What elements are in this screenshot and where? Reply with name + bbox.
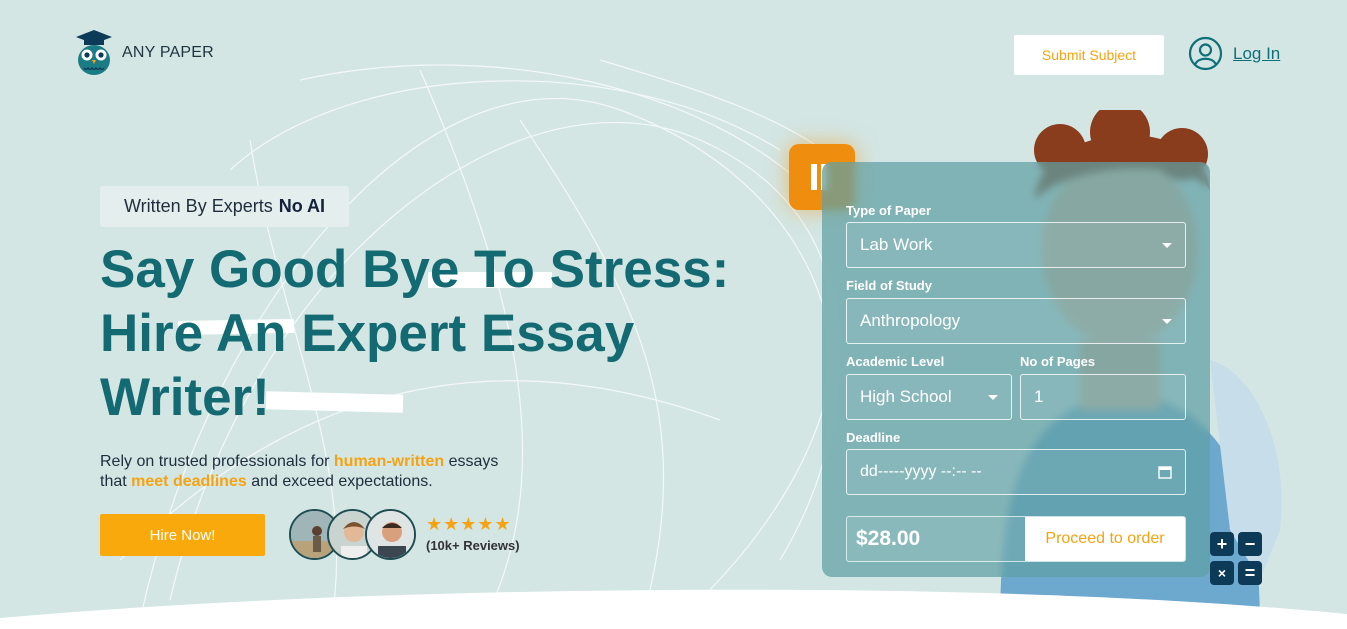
- submit-subject-button[interactable]: Submit Subject: [1014, 35, 1164, 75]
- hero-description: Rely on trusted professionals for human-…: [100, 452, 570, 492]
- star-rating-icon: ★★★★★: [426, 514, 512, 534]
- headline-line: Hire An Expert Essay: [100, 304, 635, 363]
- price-value: $28.00: [847, 517, 1025, 561]
- desc-text: essays: [448, 453, 499, 470]
- field-of-study-label: Field of Study: [846, 278, 932, 293]
- desc-highlight: meet deadlines: [131, 473, 247, 490]
- academic-level-select[interactable]: High School: [846, 374, 1012, 420]
- pages-input[interactable]: 1: [1020, 374, 1186, 420]
- academic-level-label: Academic Level: [846, 354, 945, 369]
- type-of-paper-label: Type of Paper: [846, 203, 932, 218]
- chevron-down-icon: [1162, 318, 1172, 324]
- proceed-to-order-button[interactable]: Proceed to order: [1025, 517, 1185, 561]
- academic-level-value: High School: [860, 387, 952, 406]
- type-of-paper-select[interactable]: Lab Work: [846, 222, 1186, 268]
- desc-text: Rely on trusted professionals for: [100, 453, 330, 470]
- desc-text: and exceed expectations.: [251, 473, 433, 490]
- calculator-icon: + − × =: [1210, 532, 1264, 586]
- desc-highlight: human-written: [333, 453, 445, 470]
- rating-block: ★★★★★ (10k+ Reviews): [426, 514, 520, 553]
- calendar-icon[interactable]: [1158, 465, 1172, 479]
- user-circle-icon: [1188, 36, 1223, 71]
- brand-name: ANY PAPER: [122, 44, 214, 61]
- price-bar: $28.00 Proceed to order: [846, 516, 1186, 562]
- headline-line: Say Good Bye To Stress:: [100, 240, 730, 299]
- deadline-label: Deadline: [846, 430, 901, 445]
- deadline-input[interactable]: dd-----yyyy --:-- --: [846, 449, 1186, 495]
- login-label: Log In: [1233, 43, 1281, 63]
- pages-value: 1: [1034, 387, 1044, 406]
- avatar: [365, 509, 416, 560]
- pages-label: No of Pages: [1020, 354, 1096, 369]
- brand-logo[interactable]: ANY PAPER: [76, 30, 214, 76]
- chevron-down-icon: [1162, 242, 1172, 248]
- calc-key: =: [1238, 561, 1262, 585]
- owl-graduate-icon: [76, 30, 112, 75]
- field-of-study-value: Anthropology: [860, 311, 961, 330]
- field-of-study-select[interactable]: Anthropology: [846, 298, 1186, 344]
- desc-text: that: [100, 473, 127, 490]
- reviewer-avatars: [289, 509, 416, 560]
- calc-key: ×: [1210, 561, 1234, 585]
- deadline-value: dd-----yyyy --:-- --: [860, 463, 982, 480]
- badge-text: Written By Experts: [124, 196, 273, 216]
- reviews-count: (10k+ Reviews): [426, 538, 520, 553]
- hire-now-button[interactable]: Hire Now!: [100, 514, 265, 556]
- calc-key: −: [1238, 532, 1262, 556]
- experts-badge: Written By Experts No AI: [100, 186, 350, 227]
- calc-key: +: [1210, 532, 1234, 556]
- chevron-down-icon: [988, 394, 998, 400]
- bottom-wave: [0, 589, 1347, 629]
- badge-bold-text: No AI: [278, 196, 326, 216]
- type-of-paper-value: Lab Work: [860, 235, 933, 254]
- login-link[interactable]: Log In: [1188, 36, 1280, 71]
- hero-headline: Say Good Bye To Stress: Hire An Expert E…: [100, 238, 780, 430]
- headline-line: Writer!: [100, 368, 270, 427]
